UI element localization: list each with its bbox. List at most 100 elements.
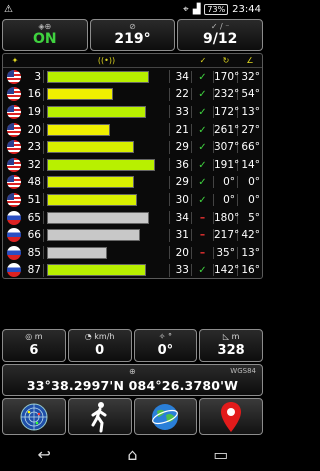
altitude-value: 328 bbox=[217, 343, 245, 358]
snr-value: 33 bbox=[170, 264, 192, 277]
table-row: 32 36 ✓ 191° 14° bbox=[3, 156, 262, 174]
check-icon: ✓ bbox=[198, 194, 207, 206]
check-icon: ✓ bbox=[198, 71, 207, 83]
home-button[interactable]: ⌂ bbox=[112, 442, 152, 466]
prn-value: 3 bbox=[34, 70, 41, 83]
altitude-box[interactable]: ◺ m 328 bbox=[199, 329, 263, 362]
status-bar: ⚠ ⌖ ▟ 73% 23:44 bbox=[0, 0, 265, 18]
battery-indicator: 73% bbox=[204, 3, 229, 15]
globe-icon bbox=[152, 403, 179, 430]
signal-bar bbox=[47, 88, 113, 101]
radar-tile-button[interactable] bbox=[2, 398, 66, 435]
bearing-unit: ° bbox=[168, 332, 172, 341]
prn-value: 23 bbox=[27, 141, 41, 154]
elevation-value: 32° bbox=[241, 70, 260, 83]
coordinates-box[interactable]: ⊕ WGS84 33°38.2997'N 084°26.3780'W bbox=[2, 364, 263, 396]
signal-bar-track bbox=[43, 246, 170, 260]
signal-bar bbox=[47, 141, 134, 154]
gps-status-box[interactable]: ◈⊕ ON bbox=[2, 19, 88, 51]
signal-bar bbox=[47, 158, 155, 171]
snr-value: 21 bbox=[170, 123, 192, 136]
us-flag-icon bbox=[7, 87, 21, 102]
azimuth-value: 0° bbox=[214, 176, 238, 189]
used-indicator: ✓ bbox=[192, 141, 214, 154]
azimuth-value: 232° bbox=[214, 88, 240, 101]
snr-value: 30 bbox=[170, 193, 192, 206]
elevation-value: 66° bbox=[241, 141, 260, 154]
azimuth-value: 0° bbox=[214, 193, 238, 206]
satellite-icon: ✦ bbox=[11, 56, 19, 65]
tool-tiles bbox=[2, 398, 263, 435]
azimuth-value: 180° bbox=[214, 211, 240, 224]
table-row: 85 20–35° 13° bbox=[3, 244, 262, 262]
prn-value: 20 bbox=[27, 123, 41, 136]
signal-bar-track bbox=[43, 211, 170, 225]
us-flag-icon bbox=[7, 122, 21, 137]
used-indicator: ✓ bbox=[192, 264, 214, 277]
signal-bar bbox=[47, 123, 110, 136]
signal-bar-track bbox=[43, 87, 170, 101]
elevation-value: 16° bbox=[241, 264, 260, 277]
recents-button[interactable]: ▭ bbox=[201, 442, 241, 466]
flag-cell bbox=[3, 228, 27, 243]
snr-value: 29 bbox=[170, 141, 192, 154]
globe-tile-button[interactable] bbox=[133, 398, 198, 435]
used-indicator: – bbox=[192, 211, 214, 224]
elevation-value: 14° bbox=[241, 158, 260, 171]
bearing-box[interactable]: ✧ ° 0° bbox=[133, 329, 198, 362]
prn-value: 48 bbox=[27, 176, 41, 189]
us-flag-icon bbox=[7, 192, 21, 207]
gps-status: ON bbox=[33, 31, 57, 47]
flag-cell bbox=[3, 140, 27, 155]
azimuth-value: 191° bbox=[214, 158, 240, 171]
recents-icon: ▭ bbox=[213, 444, 229, 464]
signal-bar bbox=[47, 264, 146, 277]
speed-box[interactable]: ◔ km/h 0 bbox=[67, 329, 132, 362]
used-indicator: ✓ bbox=[192, 158, 214, 171]
prn-value: 51 bbox=[27, 193, 41, 206]
android-nav-bar: ↩ ⌂ ▭ bbox=[0, 437, 265, 471]
datum-label: WGS84 bbox=[230, 367, 256, 375]
signal-bar-track bbox=[43, 105, 170, 119]
heading-box[interactable]: ⊘ 219° bbox=[89, 19, 176, 51]
back-button[interactable]: ↩ bbox=[24, 442, 64, 466]
elevation-value: 5° bbox=[248, 211, 260, 224]
used-indicator: ✓ bbox=[192, 176, 214, 189]
flag-cell bbox=[3, 263, 27, 278]
table-row: 16 22 ✓ 232° 54° bbox=[3, 86, 262, 104]
table-row: 65 34–180° 5° bbox=[3, 209, 262, 227]
flag-cell bbox=[3, 87, 27, 102]
satellites-box[interactable]: ✓ / ⁻ 9/12 bbox=[177, 19, 264, 51]
us-flag-icon bbox=[7, 69, 21, 84]
snr-value: 34 bbox=[170, 211, 192, 224]
us-flag-icon bbox=[7, 104, 21, 119]
elevation-value: 54° bbox=[241, 88, 260, 101]
signal-bar-track bbox=[43, 158, 170, 172]
snr-value: 22 bbox=[170, 88, 192, 101]
table-body: 3 34 ✓ 170° 32° 16 22 ✓ 232° 54° 19 33 ✓ 172° 13° 20 21 ✓… bbox=[3, 68, 262, 279]
signal-bar-track bbox=[43, 193, 170, 207]
used-indicator: – bbox=[192, 246, 214, 259]
azimuth-value: 142° bbox=[214, 264, 240, 277]
azimuth-value: 307° bbox=[214, 141, 240, 154]
signal-bar bbox=[47, 70, 149, 83]
prn-value: 32 bbox=[27, 158, 41, 171]
prn-value: 65 bbox=[27, 211, 41, 224]
bearing-value: 0° bbox=[157, 343, 174, 358]
map-pin-icon bbox=[221, 401, 242, 432]
azimuth-value: 172° bbox=[214, 105, 240, 118]
prn-value: 16 bbox=[27, 88, 41, 101]
used-indicator: ✓ bbox=[192, 70, 214, 83]
map-pin-tile-button[interactable] bbox=[199, 398, 263, 435]
signal-bar-track bbox=[43, 140, 170, 154]
check-icon: ✓ bbox=[198, 89, 207, 101]
check-icon: ✓ bbox=[199, 56, 207, 65]
walk-tile-button[interactable] bbox=[67, 398, 132, 435]
altitude-unit: m bbox=[231, 332, 240, 341]
info-bar: ◎ m 6 ◔ km/h 0 ✧ ° 0° ◺ m 328 bbox=[2, 329, 263, 362]
flag-cell bbox=[3, 210, 27, 225]
accuracy-box[interactable]: ◎ m 6 bbox=[2, 329, 66, 362]
table-row: 3 34 ✓ 170° 32° bbox=[3, 68, 262, 86]
used-indicator: ✓ bbox=[192, 123, 214, 136]
back-icon: ↩ bbox=[37, 444, 51, 464]
